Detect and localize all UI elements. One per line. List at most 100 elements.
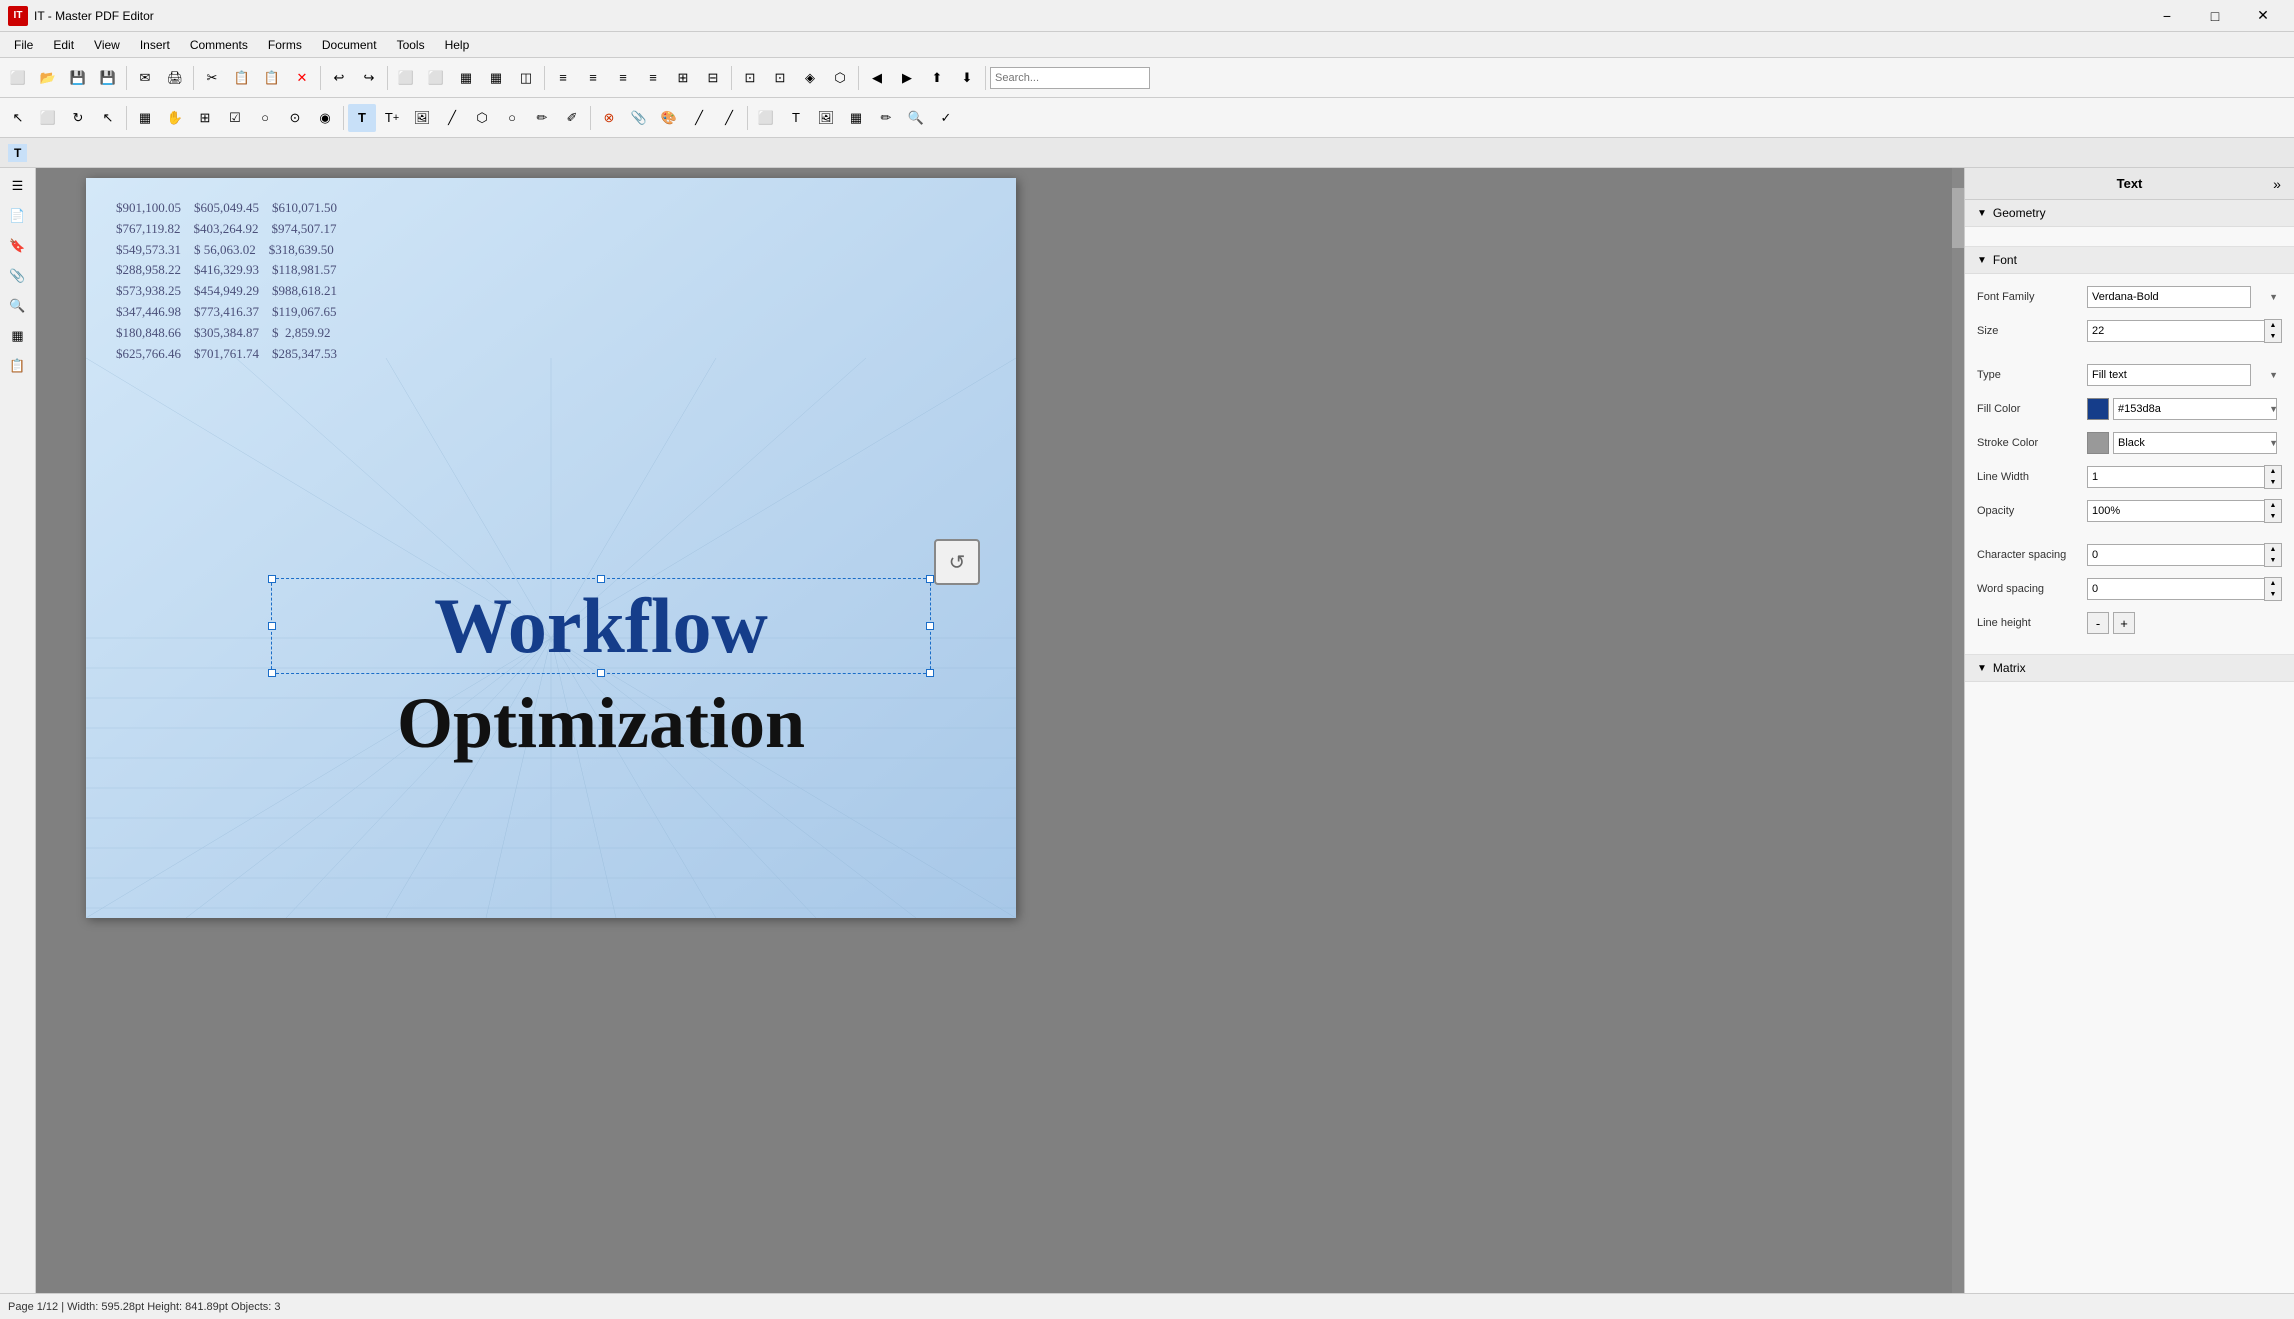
copy-button[interactable]: 📋 — [228, 64, 256, 92]
email-button[interactable]: ✉ — [131, 64, 159, 92]
align-right-button[interactable]: ≡ — [579, 64, 607, 92]
stroke-color-swatch[interactable] — [2087, 432, 2109, 454]
zoom-tool[interactable]: 🔍 — [902, 104, 930, 132]
menu-document[interactable]: Document — [312, 33, 387, 57]
size-down-button[interactable]: ▼ — [2265, 331, 2281, 342]
save-as-button[interactable]: 💾 — [94, 64, 122, 92]
radio-tool[interactable]: ○ — [251, 104, 279, 132]
next-page-button[interactable]: ▶ — [893, 64, 921, 92]
text-field-tool[interactable]: T — [782, 104, 810, 132]
add-text-tool[interactable]: T+ — [378, 104, 406, 132]
word-spacing-input[interactable] — [2087, 578, 2264, 600]
handle-tl[interactable] — [268, 575, 276, 583]
sidebar-bookmarks-icon[interactable]: 🔖 — [4, 232, 32, 260]
redo-button[interactable]: ↪ — [355, 64, 383, 92]
barcode-tool[interactable]: ◉ — [311, 104, 339, 132]
open-button[interactable]: 📂 — [34, 64, 62, 92]
word-spacing-down-button[interactable]: ▼ — [2265, 589, 2281, 600]
close-button[interactable]: ✕ — [2240, 0, 2286, 32]
line-height-minus-button[interactable]: - — [2087, 612, 2109, 634]
next-section-button[interactable]: ⬇ — [953, 64, 981, 92]
hand-tool[interactable]: ✋ — [161, 104, 189, 132]
opacity-down-button[interactable]: ▼ — [2265, 511, 2281, 522]
geometry-section-header[interactable]: ▼ Geometry — [1965, 200, 2294, 227]
menu-forms[interactable]: Forms — [258, 33, 312, 57]
ellipse-tool[interactable]: ○ — [498, 104, 526, 132]
new-button[interactable]: ⬜ — [4, 64, 32, 92]
canvas-scrollbar-thumb[interactable] — [1952, 188, 1964, 248]
distribute-v-button[interactable]: ⊡ — [766, 64, 794, 92]
text-tool[interactable]: T — [348, 104, 376, 132]
align-left-button[interactable]: ≡ — [549, 64, 577, 92]
handle-mr[interactable] — [926, 622, 934, 630]
distribute-h-button[interactable]: ⊡ — [736, 64, 764, 92]
transform-tool[interactable]: ↻ — [64, 104, 92, 132]
eraser-tool[interactable]: ✐ — [558, 104, 586, 132]
snapshot-tool[interactable]: 🖼 — [812, 104, 840, 132]
font-section-header[interactable]: ▼ Font — [1965, 247, 2294, 274]
canvas-area[interactable]: $901,100.05 $605,049.45 $610,071.50 $767… — [36, 168, 1964, 1293]
strikethrough-tool[interactable]: ╱ — [715, 104, 743, 132]
sidebar-attachments-icon[interactable]: 📎 — [4, 262, 32, 290]
select-tool[interactable]: ↖ — [4, 104, 32, 132]
prev-page-button[interactable]: ◀ — [863, 64, 891, 92]
word-spacing-up-button[interactable]: ▲ — [2265, 578, 2281, 589]
merge-button[interactable]: ◫ — [512, 64, 540, 92]
handle-ml[interactable] — [268, 622, 276, 630]
marquee-tool[interactable]: ↖ — [94, 104, 122, 132]
fill-color-swatch[interactable] — [2087, 398, 2109, 420]
stamp-tool[interactable]: ✏ — [872, 104, 900, 132]
delete-button[interactable]: ✕ — [288, 64, 316, 92]
line-width-up-button[interactable]: ▲ — [2265, 466, 2281, 477]
workflow-selection-box[interactable]: ↺ Workflow — [271, 578, 931, 674]
group-button[interactable]: ⬡ — [826, 64, 854, 92]
character-spacing-up-button[interactable]: ▲ — [2265, 544, 2281, 555]
sidebar-stamps-icon[interactable]: 📋 — [4, 352, 32, 380]
align-top-button[interactable]: ≡ — [609, 64, 637, 92]
search-input[interactable] — [990, 67, 1150, 89]
type-input[interactable] — [2087, 364, 2251, 386]
menu-comments[interactable]: Comments — [180, 33, 258, 57]
line-width-down-button[interactable]: ▼ — [2265, 477, 2281, 488]
center-v-button[interactable]: ⊟ — [699, 64, 727, 92]
select-area-tool[interactable]: ⬜ — [34, 104, 62, 132]
menu-tools[interactable]: Tools — [387, 33, 435, 57]
matrix-section-header[interactable]: ▼ Matrix — [1965, 655, 2294, 682]
checkbox-tool[interactable]: ☑ — [221, 104, 249, 132]
cut-button[interactable]: ✂ — [198, 64, 226, 92]
handle-br[interactable] — [926, 669, 934, 677]
opacity-up-button[interactable]: ▲ — [2265, 500, 2281, 511]
opacity-input[interactable] — [2087, 500, 2264, 522]
rotate-handle[interactable]: ↺ — [934, 539, 980, 585]
undo-button[interactable]: ↩ — [325, 64, 353, 92]
split-button[interactable]: ▦ — [482, 64, 510, 92]
handle-bl[interactable] — [268, 669, 276, 677]
grid-tool[interactable]: ▦ — [842, 104, 870, 132]
panel-collapse-button[interactable]: » — [2268, 175, 2286, 193]
sidebar-select-icon[interactable]: ☰ — [4, 172, 32, 200]
font-family-input[interactable] — [2087, 286, 2251, 308]
signature-tool[interactable]: ⊙ — [281, 104, 309, 132]
sidebar-pages-icon[interactable]: 📄 — [4, 202, 32, 230]
line-tool[interactable]: ╱ — [438, 104, 466, 132]
sidebar-search-icon[interactable]: 🔍 — [4, 292, 32, 320]
menu-file[interactable]: File — [4, 33, 43, 57]
handle-tr[interactable] — [926, 575, 934, 583]
highlight-tool[interactable]: ⊗ — [595, 104, 623, 132]
prev-section-button[interactable]: ⬆ — [923, 64, 951, 92]
align-bottom-button[interactable]: ≡ — [639, 64, 667, 92]
handle-tm[interactable] — [597, 575, 605, 583]
size-up-button[interactable]: ▲ — [2265, 320, 2281, 331]
insert-page-button[interactable]: ⬜ — [392, 64, 420, 92]
note-tool[interactable]: 📎 — [625, 104, 653, 132]
form-tool[interactable]: ▦ — [131, 104, 159, 132]
menu-edit[interactable]: Edit — [43, 33, 84, 57]
handle-bm[interactable] — [597, 669, 605, 677]
check-tool[interactable]: ✓ — [932, 104, 960, 132]
polygon-tool[interactable]: ⬡ — [468, 104, 496, 132]
menu-help[interactable]: Help — [435, 33, 480, 57]
stroke-color-input[interactable] — [2113, 432, 2277, 454]
line-height-plus-button[interactable]: + — [2113, 612, 2135, 634]
fill-color-input[interactable] — [2113, 398, 2277, 420]
pencil-tool[interactable]: ✏ — [528, 104, 556, 132]
